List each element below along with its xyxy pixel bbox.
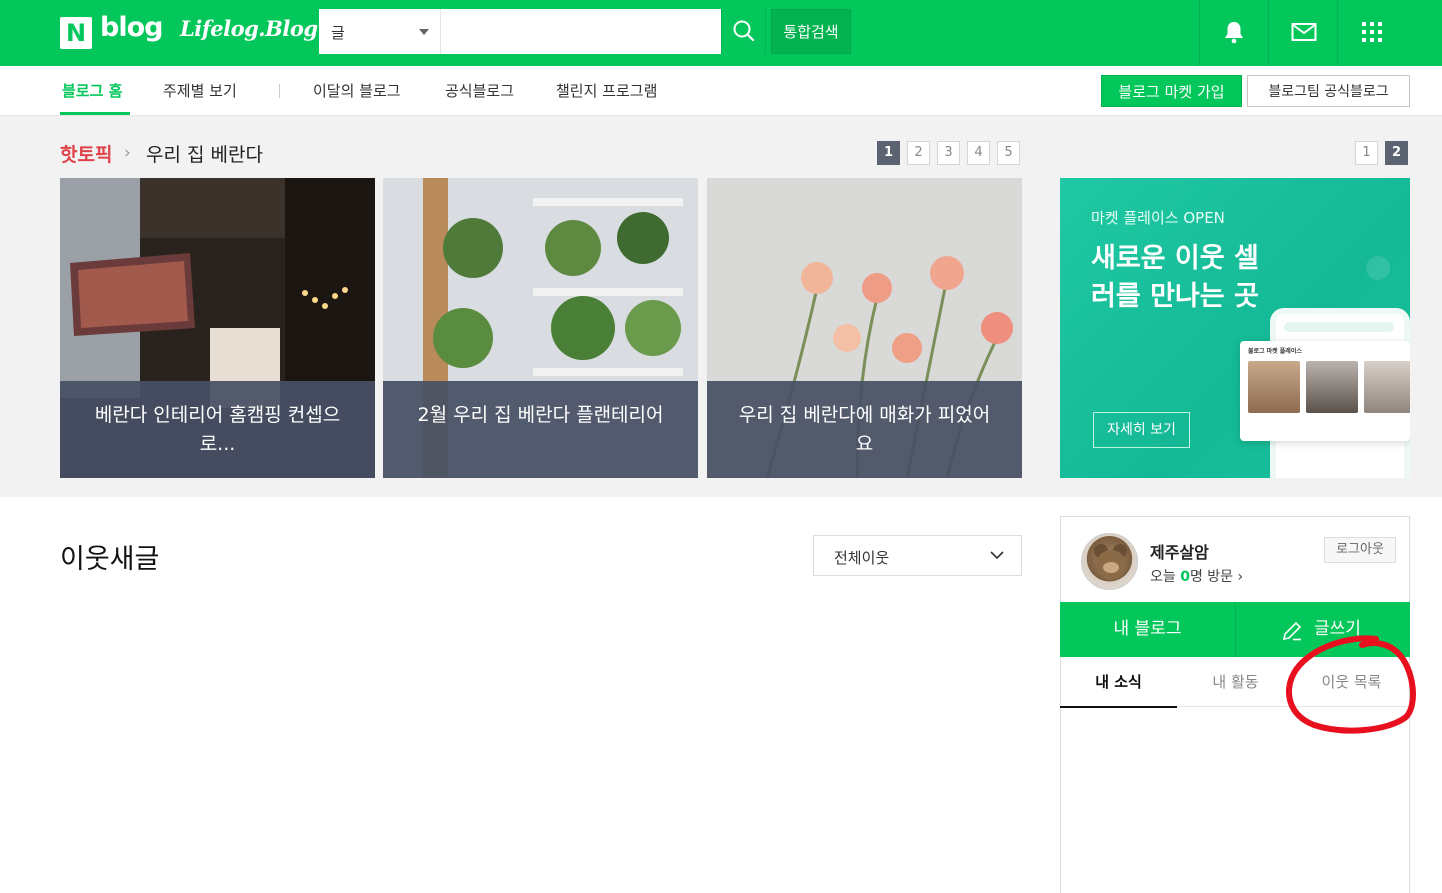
nav-blog-home[interactable]: 블로그 홈 [62,80,122,101]
mail-button[interactable] [1268,0,1336,66]
nav-divider [279,84,280,98]
search-box: 글 [319,9,721,54]
top-header-bar: N blog Lifelog.Blog 글 통합검색 [0,0,1442,66]
card-caption: 2월 우리 집 베란다 플랜테리어 [383,381,698,478]
blog-market-join-button[interactable]: 블로그 마켓 가입 [1101,75,1242,107]
active-nav-indicator [60,112,130,115]
avatar-snout [1103,562,1119,573]
product-thumbnail [1306,361,1358,413]
hot-topic-pager: 1 2 3 4 5 [877,141,1022,165]
blog-team-official-button[interactable]: 블로그팀 공식블로그 [1247,75,1410,107]
notification-button[interactable] [1199,0,1267,66]
nav-by-topic[interactable]: 주제별 보기 [163,80,237,101]
mail-icon [1291,23,1317,41]
search-type-select[interactable]: 글 [319,9,441,54]
ad-pager: 1 2 [1355,141,1411,165]
chevron-down-icon [990,551,1004,560]
ad-page-button[interactable]: 1 [1355,141,1378,165]
logout-button[interactable]: 로그아웃 [1324,537,1396,563]
market-card-title: 블로그 마켓 플레이스 [1248,348,1302,355]
search-input[interactable] [442,9,721,54]
total-search-button[interactable]: 통합검색 [771,9,851,54]
sub-navigation: 블로그 홈 주제별 보기 이달의 블로그 공식블로그 챌린지 프로그램 블로그 … [0,66,1442,116]
grid-apps-icon [1362,22,1382,42]
neighbor-filter-label: 전체이웃 [834,549,890,567]
visit-prefix: 오늘 [1150,569,1181,585]
card-caption: 우리 집 베란다에 매화가 피었어요 [707,381,1022,478]
neighbor-filter-dropdown[interactable]: 전체이웃 [813,535,1022,576]
my-blog-button[interactable]: 내 블로그 [1060,602,1235,657]
avatar[interactable] [1081,533,1138,590]
page-button[interactable]: 5 [997,141,1020,165]
red-annotation-circle [1285,635,1416,734]
nav-blog-of-month[interactable]: 이달의 블로그 [313,80,401,101]
ad-page-button[interactable]: 2 [1385,141,1408,165]
product-thumbnail [1248,361,1300,413]
card-caption: 베란다 인테리어 홈캠핑 컨셉으로... [60,381,375,478]
hot-topic-label[interactable]: 핫토픽 [60,140,112,167]
hot-topic-title[interactable]: 우리 집 베란다 [146,140,263,167]
hot-topic-card[interactable]: 우리 집 베란다에 매화가 피었어요 [707,178,1022,478]
market-place-ad-banner[interactable]: 마켓 플레이스 OPEN 새로운 이웃 셀러를 만나는 곳 자세히 보기 블로그… [1060,178,1410,478]
ad-subtitle: 마켓 플레이스 OPEN [1091,209,1225,227]
neighbor-posts-title: 이웃새글 [60,544,160,575]
tab-my-activity[interactable]: 내 활동 [1177,657,1294,707]
ad-headline: 새로운 이웃 셀러를 만나는 곳 [1091,243,1259,312]
apps-button[interactable] [1337,0,1405,66]
blog-logo[interactable]: blog [100,12,163,43]
page-button[interactable]: 2 [907,141,930,165]
visitor-count[interactable]: 오늘 0명 방문 › [1150,566,1243,586]
bell-icon [1225,22,1243,44]
nav-official-blogs[interactable]: 공식블로그 [445,80,514,101]
phone-header-bar [1284,322,1394,332]
hot-topic-card[interactable]: 2월 우리 집 베란다 플랜테리어 [383,178,698,478]
market-card-illustration: 블로그 마켓 플레이스 [1240,341,1410,441]
naver-logo[interactable]: N [60,17,92,49]
product-thumbnail [1364,361,1410,413]
search-type-label: 글 [331,24,345,42]
chevron-right-icon: › [124,143,131,163]
lifelog-blog-logo[interactable]: Lifelog.Blog [180,16,318,41]
page-button[interactable]: 1 [877,141,900,165]
search-button[interactable] [721,9,766,54]
profile-name[interactable]: 제주살암 [1150,539,1209,563]
nav-challenge-program[interactable]: 챌린지 프로그램 [556,80,657,101]
hot-topic-card[interactable]: 베란다 인테리어 홈캠핑 컨셉으로... [60,178,375,478]
visit-count: 0 [1180,569,1190,585]
caret-down-icon [419,29,429,35]
tab-my-news[interactable]: 내 소식 [1060,657,1177,708]
search-icon [733,20,755,42]
decorative-dot-icon [1366,256,1390,280]
visit-suffix: 명 방문 › [1189,569,1244,585]
page-button[interactable]: 4 [967,141,990,165]
page-button[interactable]: 3 [937,141,960,165]
ad-details-button[interactable]: 자세히 보기 [1093,412,1190,448]
